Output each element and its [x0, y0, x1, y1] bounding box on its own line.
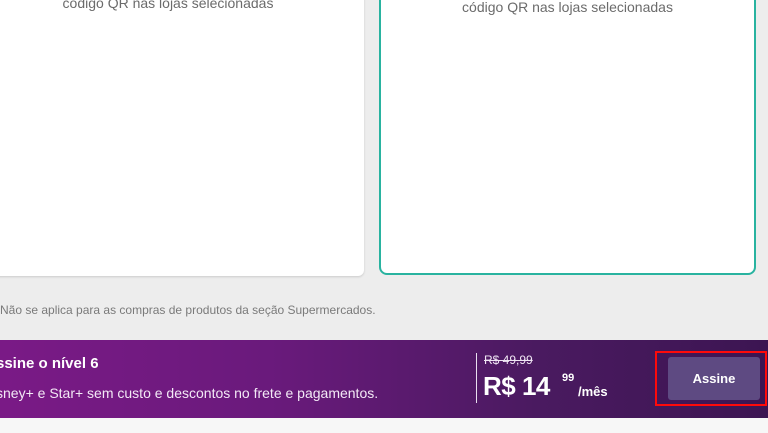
- banner-title: ssine o nível 6: [0, 355, 99, 372]
- footer-band: [0, 418, 768, 433]
- price-period: /mês: [578, 384, 608, 399]
- current-price: R$ 14 99 /mês: [483, 371, 608, 405]
- subscription-banner: ssine o nível 6 sney+ e Star+ sem custo …: [0, 340, 768, 418]
- price-main: R$ 14: [483, 371, 550, 401]
- price-cents: 99: [562, 372, 575, 384]
- old-price: R$ 49,99: [484, 353, 533, 367]
- banner-subtitle: sney+ e Star+ sem custo e descontos no f…: [0, 385, 379, 401]
- card-description: código QR nas lojas selecionadas: [62, 0, 274, 11]
- price-divider: [476, 353, 477, 403]
- plan-card-left[interactable]: código QR nas lojas selecionadas: [0, 0, 364, 276]
- card-description: código QR nas lojas selecionadas: [462, 0, 673, 15]
- plan-card-right-selected[interactable]: código QR nas lojas selecionadas: [379, 0, 756, 275]
- subscribe-button[interactable]: Assine: [668, 357, 760, 400]
- disclaimer-note: Não se aplica para as compras de produto…: [0, 303, 376, 317]
